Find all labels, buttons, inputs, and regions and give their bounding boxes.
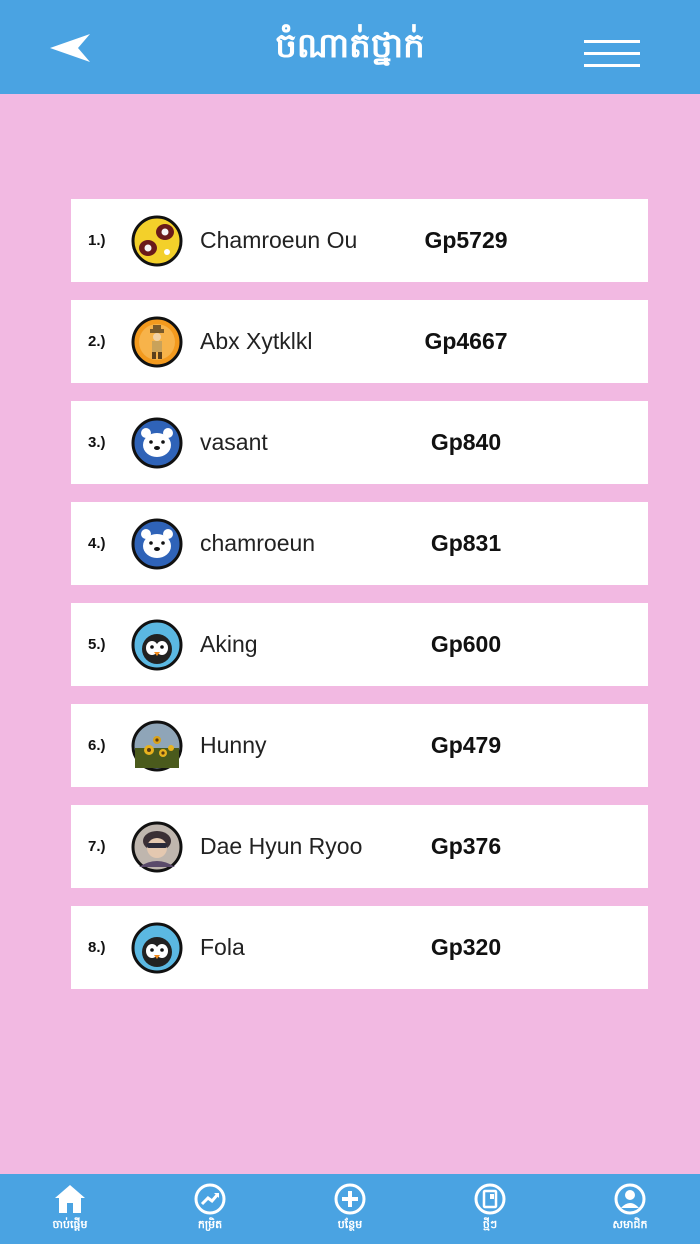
leaderboard-row[interactable]: 2.) Abx Xytklkl Gp4667 — [71, 300, 648, 383]
player-name: chamroeun — [200, 530, 316, 556]
nav-item-add[interactable]: បន្ថែម — [280, 1174, 420, 1244]
leaderboard-list: 1.) Chamroeun Ou Gp5729 2.) Abx Xytklkl … — [71, 199, 648, 1007]
menu-button[interactable] — [580, 36, 644, 72]
leaderboard-row[interactable]: 7.) Dae Hyun Ryoo Gp376 — [71, 805, 648, 888]
player-name: Fola — [200, 934, 245, 960]
player-name: Chamroeun Ou — [200, 227, 358, 253]
bottom-nav-bar: ចាប់ផ្តើម កម្រិត បន្ថែម ថ្មីៗ សមាជិក — [0, 1174, 700, 1244]
page-title: ចំណាត់ថ្នាក់ — [275, 26, 425, 66]
home-icon — [55, 1185, 85, 1213]
player-score: Gp4667 — [424, 328, 508, 354]
notebook-icon — [474, 1183, 506, 1215]
player-name: Abx Xytklkl — [200, 328, 313, 354]
rank-number: 6.) — [88, 737, 106, 754]
hamburger-menu-icon — [584, 40, 640, 43]
nav-item-level[interactable]: កម្រិត — [140, 1174, 280, 1244]
rank-number: 1.) — [88, 232, 106, 249]
nav-label-level: កម្រិត — [197, 1218, 223, 1231]
user-circle-icon — [614, 1183, 646, 1215]
player-score: Gp479 — [430, 732, 502, 758]
player-score: Gp600 — [430, 631, 502, 657]
rank-number: 3.) — [88, 434, 106, 451]
player-score: Gp840 — [430, 429, 502, 455]
nav-item-member[interactable]: សមាជិក — [560, 1174, 700, 1244]
penguin-avatar — [131, 922, 183, 974]
sunflower-photo-avatar — [131, 720, 183, 772]
leaderboard-row[interactable]: 1.) Chamroeun Ou Gp5729 — [71, 199, 648, 282]
rank-number: 4.) — [88, 535, 106, 552]
player-name: vasant — [200, 429, 268, 455]
nav-label-home: ចាប់ផ្តើម — [52, 1218, 88, 1231]
player-score: Gp831 — [430, 530, 502, 556]
penguin-avatar — [131, 619, 183, 671]
nav-label-news: ថ្មីៗ — [482, 1218, 498, 1231]
player-score: Gp5729 — [424, 227, 508, 253]
leaderboard-row[interactable]: 5.) Aking Gp600 — [71, 603, 648, 686]
player-score: Gp376 — [430, 833, 502, 859]
rank-number: 7.) — [88, 838, 106, 855]
player-score: Gp320 — [430, 934, 502, 960]
player-name: Dae Hyun Ryoo — [200, 833, 363, 859]
leaderboard-row[interactable]: 8.) Fola Gp320 — [71, 906, 648, 989]
rank-number: 5.) — [88, 636, 106, 653]
top-app-bar: ចំណាត់ថ្នាក់ — [0, 0, 700, 94]
rank-number: 2.) — [88, 333, 106, 350]
polar-bear-avatar — [131, 518, 183, 570]
leaderboard-row[interactable]: 3.) vasant Gp840 — [71, 401, 648, 484]
back-arrow-icon — [50, 34, 90, 62]
trend-icon — [194, 1183, 226, 1215]
polar-bear-avatar — [131, 417, 183, 469]
player-name: Hunny — [200, 732, 267, 758]
back-button[interactable] — [44, 24, 96, 72]
leaderboard-row[interactable]: 6.) Hunny Gp479 — [71, 704, 648, 787]
leaderboard-row[interactable]: 4.) chamroeun Gp831 — [71, 502, 648, 585]
hamburger-line — [584, 52, 640, 55]
player-name: Aking — [200, 631, 258, 657]
add-circle-icon — [334, 1183, 366, 1215]
nav-label-member: សមាជិក — [612, 1218, 648, 1231]
person-photo-avatar — [131, 821, 183, 873]
nav-item-home[interactable]: ចាប់ផ្តើម — [0, 1174, 140, 1244]
nav-label-add: បន្ថែម — [337, 1218, 363, 1231]
hamburger-line — [584, 64, 640, 67]
nav-item-news[interactable]: ថ្មីៗ — [420, 1174, 560, 1244]
rank-number: 8.) — [88, 939, 106, 956]
cartoon-avatar — [131, 215, 183, 267]
explorer-avatar — [131, 316, 183, 368]
